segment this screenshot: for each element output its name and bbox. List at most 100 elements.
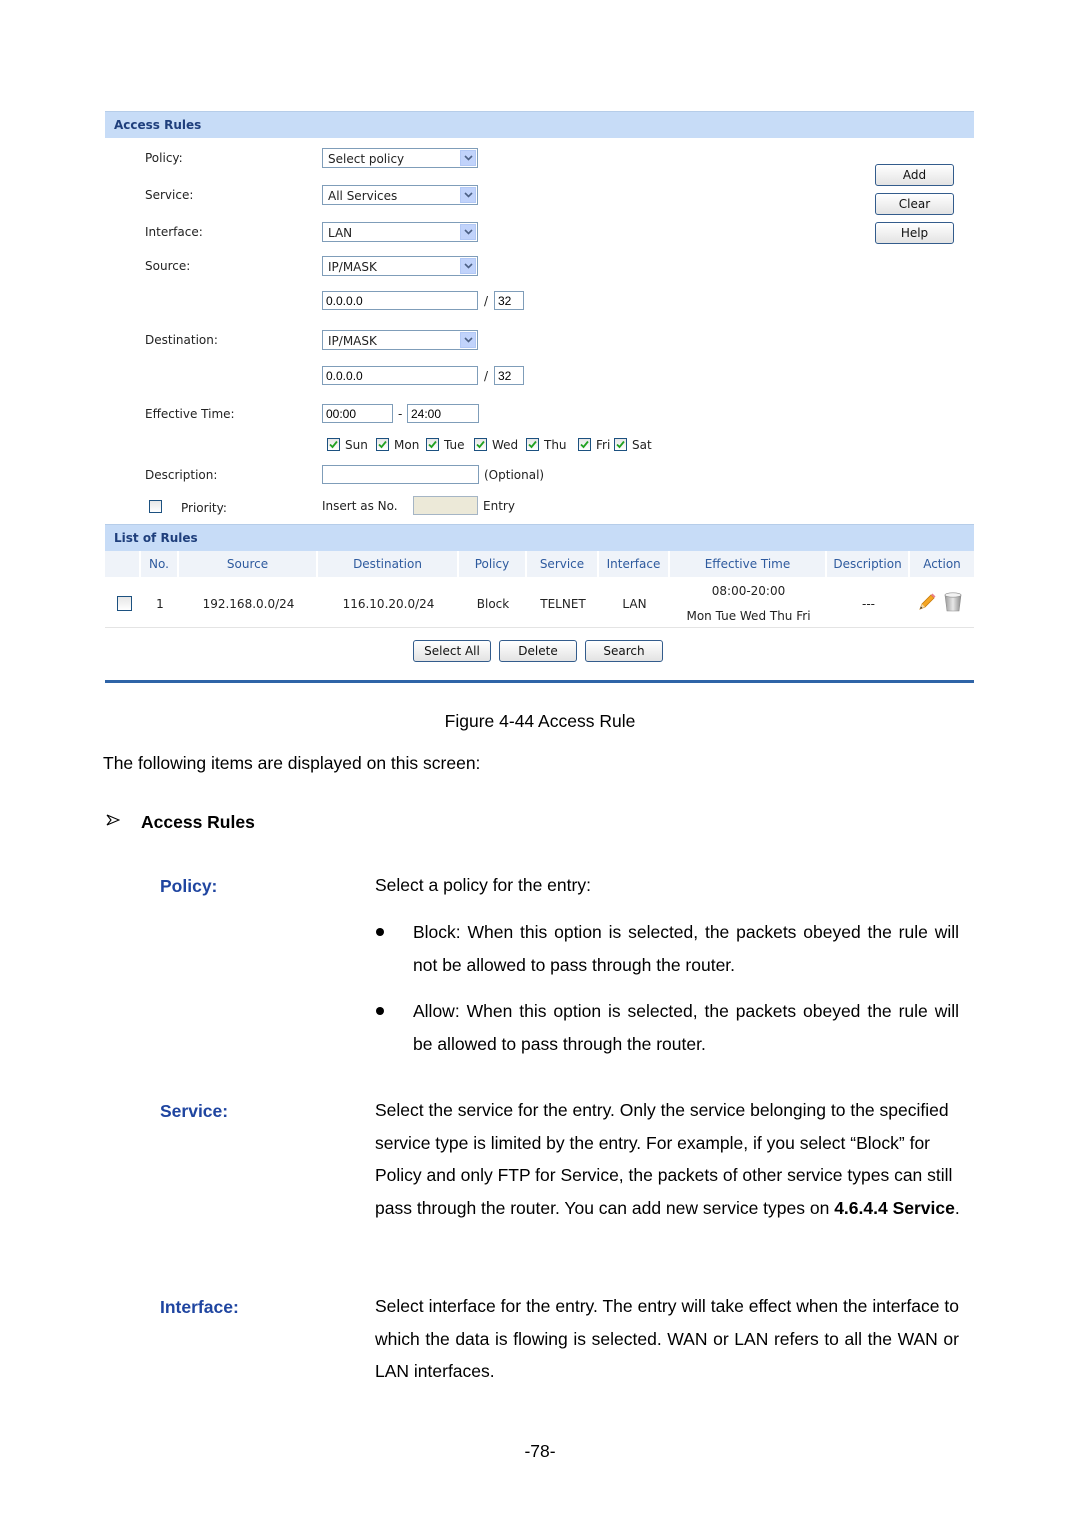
interface-select-value: LAN [328, 226, 353, 240]
policy-description: Select a policy for the entry: [375, 875, 591, 895]
row-checkbox[interactable] [117, 596, 132, 611]
day-label-sat: Sat [632, 438, 652, 452]
list-of-rules-title: List of Rules [114, 531, 198, 545]
policy-bullet-block: Block: When this option is selected, the… [413, 922, 959, 975]
row-source: 192.168.0.0/24 [202, 597, 295, 611]
service-description-end: . [954, 1197, 960, 1218]
day-label-tue: Tue [444, 438, 465, 452]
search-button[interactable]: Search [585, 640, 663, 662]
column-no: No. [141, 551, 179, 577]
description-input[interactable] [322, 465, 479, 484]
row-destination: 116.10.20.0/24 [342, 597, 435, 611]
time-start-input[interactable] [322, 404, 393, 423]
time-separator: - [398, 407, 403, 421]
destination-type-value: IP/MASK [328, 334, 377, 348]
chevron-down-icon[interactable] [460, 187, 476, 203]
day-label-thu: Thu [544, 438, 567, 452]
source-slash: / [484, 294, 489, 308]
chevron-down-icon[interactable] [460, 150, 476, 166]
term-policy: Policy: [160, 876, 218, 896]
arrow-bullet-icon [106, 813, 121, 832]
destination-ip-input[interactable] [322, 366, 478, 385]
term-interface: Interface: [160, 1297, 239, 1317]
row-days: Mon Tue Wed Thu Fri [686, 609, 811, 623]
list-of-rules-header: List of Rules [105, 524, 974, 551]
clear-button[interactable]: Clear [875, 193, 954, 215]
column-effective-time: Effective Time [670, 551, 827, 577]
day-label-fri: Fri [596, 438, 611, 452]
source-ip-input[interactable] [322, 291, 478, 310]
page-number: -78- [524, 1441, 556, 1461]
column-interface: Interface [599, 551, 670, 577]
column-policy: Policy [459, 551, 527, 577]
day-checkbox-mon[interactable] [376, 438, 389, 451]
edit-icon[interactable] [917, 592, 937, 615]
access-rules-header: Access Rules [105, 111, 974, 138]
service-select[interactable]: All Services [322, 185, 478, 205]
day-checkbox-thu[interactable] [526, 438, 539, 451]
figure-caption: Figure 4-44 Access Rule [0, 705, 1080, 738]
service-section-reference: 4.6.4.4 Service [834, 1197, 955, 1218]
checkmark-icon [378, 440, 387, 449]
checkmark-icon [428, 440, 437, 449]
column-description: Description [827, 551, 910, 577]
day-checkbox-wed[interactable] [474, 438, 487, 451]
source-type-select[interactable]: IP/MASK [322, 256, 478, 276]
figure-caption-text: Figure 4-44 Access Rule [444, 711, 636, 731]
service-description: Select the service for the entry. Only t… [375, 1094, 965, 1224]
destination-mask-input[interactable] [494, 366, 524, 385]
column-select [105, 551, 141, 577]
checkmark-icon [528, 440, 537, 449]
insert-as-label: Insert as No. [322, 499, 398, 513]
checkmark-icon [616, 440, 625, 449]
service-select-value: All Services [328, 189, 398, 203]
access-rules-title: Access Rules [114, 118, 202, 132]
entry-label: Entry [483, 499, 515, 513]
help-button[interactable]: Help [875, 222, 954, 244]
time-end-input[interactable] [407, 404, 479, 423]
interface-label: Interface: [145, 225, 203, 239]
insert-position-input[interactable] [413, 496, 478, 515]
column-source: Source [179, 551, 318, 577]
service-label: Service: [145, 188, 194, 202]
row-no: 1 [156, 597, 164, 611]
chevron-down-icon[interactable] [460, 224, 476, 240]
interface-description: Select interface for the entry. The entr… [375, 1296, 959, 1381]
day-checkbox-fri[interactable] [578, 438, 591, 451]
row-policy: Block [476, 597, 510, 611]
day-label-sun: Sun [345, 438, 368, 452]
source-label: Source: [145, 259, 191, 273]
interface-select[interactable]: LAN [322, 222, 478, 242]
policy-select-value: Select policy [328, 152, 405, 166]
policy-bullet-allow: Allow: When this option is selected, the… [413, 1001, 959, 1054]
priority-checkbox[interactable] [149, 500, 162, 513]
destination-label: Destination: [145, 333, 218, 347]
panel-bottom-border [105, 680, 974, 683]
row-description: --- [862, 597, 875, 611]
row-divider [105, 627, 974, 628]
delete-icon[interactable] [943, 591, 963, 616]
bullet-icon [376, 1007, 384, 1015]
policy-label: Policy: [145, 151, 183, 165]
chevron-down-icon[interactable] [460, 332, 476, 348]
intro-text: The following items are displayed on thi… [103, 753, 481, 773]
row-interface: LAN [622, 597, 647, 611]
select-all-button[interactable]: Select All [413, 640, 491, 662]
add-button[interactable]: Add [875, 164, 954, 186]
priority-label: Priority: [181, 501, 227, 515]
day-checkbox-sun[interactable] [327, 438, 340, 451]
source-type-value: IP/MASK [328, 260, 377, 274]
checkmark-icon [476, 440, 485, 449]
day-checkbox-tue[interactable] [426, 438, 439, 451]
source-mask-input[interactable] [494, 291, 524, 310]
row-time: 08:00-20:00 [711, 584, 786, 598]
day-checkbox-sat[interactable] [614, 438, 627, 451]
policy-select[interactable]: Select policy [322, 148, 478, 168]
column-destination: Destination [318, 551, 459, 577]
delete-button[interactable]: Delete [499, 640, 577, 662]
column-service: Service [527, 551, 599, 577]
destination-type-select[interactable]: IP/MASK [322, 330, 478, 350]
row-service: TELNET [540, 597, 586, 611]
column-action: Action [910, 551, 974, 577]
chevron-down-icon[interactable] [460, 258, 476, 274]
